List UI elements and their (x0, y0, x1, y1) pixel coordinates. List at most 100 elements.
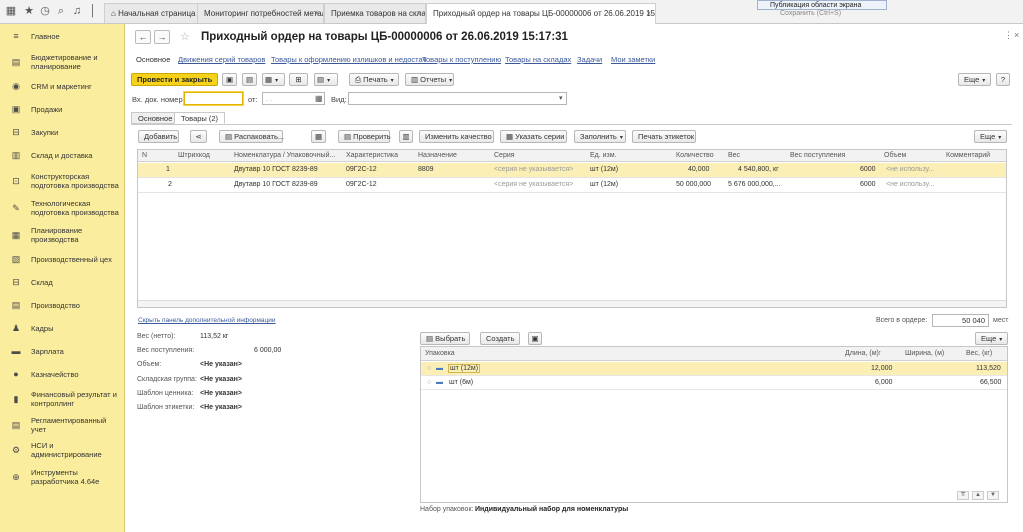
horizontal-scrollbar[interactable] (138, 300, 1006, 307)
scroll-down-icon[interactable]: ▼ (987, 491, 999, 500)
subnav-my-notes[interactable]: Мои заметки (611, 55, 655, 64)
close-icon[interactable]: × (416, 4, 421, 23)
help-button[interactable]: ? (996, 73, 1010, 86)
create-pack-button[interactable]: Создать (480, 332, 520, 345)
col-item[interactable]: Номенклатура / Упаковочный... (234, 152, 335, 159)
favorite-star-icon[interactable]: ☆ (180, 30, 190, 43)
sidebar-item-treasury[interactable]: ● Казначейство (0, 368, 125, 380)
tab-home[interactable]: ⌂ Начальная страница (104, 3, 198, 23)
close-icon[interactable]: × (1014, 30, 1019, 40)
print-button[interactable]: ⎙ Печать ▾ (349, 73, 399, 86)
sidebar-item-tech-prep[interactable]: ✎ Технологическая подготовка производства (0, 198, 125, 218)
sidebar-item-crm[interactable]: ◉ CRM и маркетинг (0, 80, 125, 92)
check-button[interactable]: ▤ Проверить (338, 130, 391, 143)
barcode-button[interactable]: ▥ (399, 130, 413, 143)
print-labels-button[interactable]: Печать этикеток (632, 130, 696, 143)
select-pack-button[interactable]: ▤ Выбрать (420, 332, 470, 345)
col-comment[interactable]: Комментарий (946, 152, 990, 159)
sidebar-item-sales[interactable]: ▣ Продажи (0, 103, 125, 115)
sidebar-item-financial-result[interactable]: ▮ Финансовый результат и контроллинг (0, 389, 125, 409)
col-pack-weight[interactable]: Вес, (кг) (966, 350, 992, 357)
col-weight-in[interactable]: Вес поступления (790, 152, 845, 159)
add-row-button[interactable]: Добавить (138, 130, 179, 143)
hide-info-panel-link[interactable]: Скрыть панель дополнительной информации (138, 317, 276, 324)
subnav-tasks[interactable]: Задачи (577, 55, 602, 64)
radio-icon[interactable]: ○ (427, 379, 431, 386)
sidebar-item-production-planning[interactable]: ▦ Планирование производства (0, 225, 125, 245)
search-icon[interactable]: ⌕ (54, 4, 68, 18)
sidebar-item-shop[interactable]: ▧ Производственный цех (0, 253, 125, 265)
sidebar-item-regulated-accounting[interactable]: ▤ Регламентированный учет (0, 416, 125, 434)
subnav-goods-in-warehouses[interactable]: Товары на складах (505, 55, 571, 64)
calculator-button[interactable]: ▦ (311, 130, 326, 143)
sidebar-item-nsi-admin[interactable]: ⚙ НСИ и администрирование (0, 440, 125, 460)
tab-goods-receipt[interactable]: Приемка товаров на склад × (324, 3, 426, 23)
goods-more-button[interactable]: Еще ▾ (974, 130, 1007, 143)
change-quality-button[interactable]: Изменить качество (419, 130, 494, 143)
chevron-down-icon[interactable]: ▾ (559, 94, 563, 102)
close-icon[interactable]: × (646, 4, 651, 23)
tab-receipt-order[interactable]: Приходный ордер на товары ЦБ-00000006 от… (426, 3, 656, 24)
sidebar-item-warehouse-delivery[interactable]: ▥ Склад и доставка (0, 149, 125, 161)
subnav-series-movements[interactable]: Движения серий товаров (178, 55, 265, 64)
sidebar-item-salary[interactable]: ▬ Зарплата (0, 345, 125, 357)
col-unit[interactable]: Ед. изм. (590, 152, 617, 159)
scroll-top-icon[interactable]: ⇈ (957, 491, 969, 500)
sidebar-item-production[interactable]: ▤ Производство (0, 299, 125, 311)
sidebar-item-stock[interactable]: ⊟ Склад (0, 276, 125, 288)
col-characteristic[interactable]: Характеристика (346, 152, 398, 159)
subnav-main[interactable]: Основное (136, 55, 170, 64)
copy-pack-button[interactable]: ▣ (528, 332, 542, 345)
reports-button[interactable]: ▥ Отчеты ▾ (405, 73, 454, 86)
col-purpose[interactable]: Назначение (418, 152, 457, 159)
col-weight[interactable]: Вес (728, 152, 740, 159)
list-item[interactable]: ○ ▬ шт (6м) 6,000 66,500 (421, 376, 1007, 390)
apps-grid-icon[interactable]: ▦ (4, 4, 18, 18)
more-vertical-icon[interactable]: ⋮ (1004, 30, 1013, 41)
col-barcode[interactable]: Штрихкод (178, 152, 210, 159)
sidebar-item-dev-tools[interactable]: ⊕ Инструменты разработчика 4.64е (0, 467, 125, 487)
unpack-button[interactable]: ▤ Распаковать... (219, 130, 284, 143)
post-button[interactable]: ▤ (242, 73, 257, 86)
calendar-icon[interactable]: ▦ (315, 94, 323, 103)
subnav-goods-to-receive[interactable]: Товары к поступлению (422, 55, 501, 64)
pack-more-button[interactable]: Еще ▾ (975, 332, 1008, 345)
more-button[interactable]: Еще ▾ (958, 73, 991, 86)
set-series-button[interactable]: ▦ Указать серии (500, 130, 567, 143)
favorites-star-icon[interactable]: ★ (22, 4, 36, 18)
share-button[interactable]: ⋖ (190, 130, 207, 143)
sidebar-item-hr[interactable]: ♟ Кадры (0, 322, 125, 334)
create-based-on-button[interactable]: ▦ ▾ (262, 73, 285, 86)
fill-button[interactable]: Заполнить ▾ (574, 130, 626, 143)
col-package[interactable]: Упаковка (425, 350, 455, 357)
col-series[interactable]: Серия (494, 152, 515, 159)
post-and-close-button[interactable]: Провести и закрыть (131, 73, 218, 86)
table-row[interactable]: 2 Двутавр 10 ГОСТ 8239-89 09Г2С-12 <сери… (138, 178, 1006, 193)
history-icon[interactable]: ◷ (38, 4, 52, 18)
notifications-bell-icon[interactable]: ♫ (70, 4, 84, 18)
sidebar-item-budgeting[interactable]: ▤ Бюджетирование и планирование (0, 52, 125, 72)
sidebar-item-design-prep[interactable]: ⊡ Конструкторская подготовка производства (0, 171, 125, 191)
in-doc-number-input[interactable] (184, 92, 243, 105)
back-button[interactable]: ← (135, 30, 151, 44)
close-icon[interactable]: × (314, 4, 319, 23)
structure-button[interactable]: ⊞ (289, 73, 308, 86)
col-volume[interactable]: Объем (884, 152, 906, 159)
col-quantity[interactable]: Количество (676, 152, 714, 159)
scroll-up-icon[interactable]: ▲ (972, 491, 984, 500)
related-docs-button[interactable]: ▤ ▾ (314, 73, 338, 86)
list-item[interactable]: ○ ▬ шт (12м) 12,000 113,520 (421, 362, 1007, 376)
kind-select[interactable] (348, 92, 567, 105)
tab-goods[interactable]: Товары (2) (174, 112, 226, 124)
save-button[interactable]: ▣ (222, 73, 237, 86)
forward-button[interactable]: → (154, 30, 170, 44)
col-n[interactable]: N (142, 152, 147, 159)
sidebar-item-purchases[interactable]: ⊟ Закупки (0, 126, 125, 138)
tab-main[interactable]: Основное (131, 112, 180, 124)
sidebar-item-main[interactable]: ≡ Главное (0, 30, 125, 42)
tab-metal-monitoring[interactable]: Мониторинг потребностей металла × (197, 3, 324, 23)
col-length[interactable]: Длина, (м) (845, 350, 879, 357)
subnav-surplus-shortage[interactable]: Товары к оформлению излишков и недостач (271, 55, 426, 64)
col-width[interactable]: Ширина, (м) (905, 350, 944, 357)
radio-icon[interactable]: ○ (427, 365, 431, 372)
